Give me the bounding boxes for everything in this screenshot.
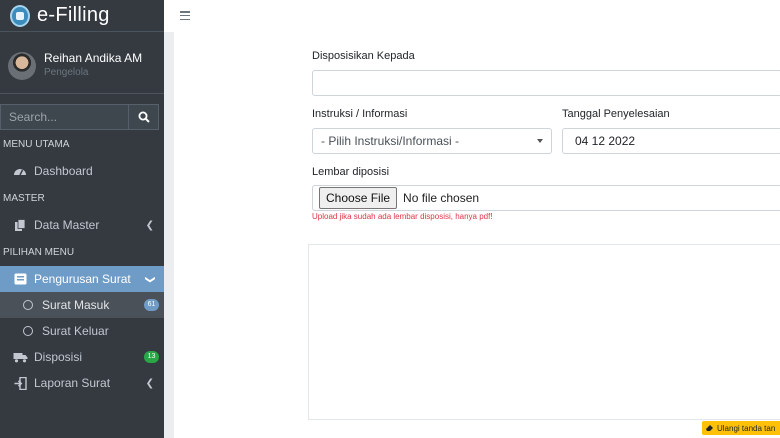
sidebar-item-label: Laporan Surat (34, 376, 111, 390)
search-button[interactable] (128, 104, 159, 130)
eraser-icon (706, 425, 713, 431)
brand-link[interactable]: e-Filling (0, 0, 164, 32)
sidebar-item-label: Pengurusan Surat (34, 272, 131, 286)
disposisikan-input[interactable] (312, 70, 780, 96)
lembar-file-input[interactable]: Choose File No file chosen (312, 185, 780, 211)
choose-file-button[interactable]: Choose File (319, 187, 398, 209)
tanggal-label: Tanggal Penyelesaian (562, 108, 670, 120)
brand-logo-icon (10, 4, 30, 27)
copy-icon (12, 218, 28, 232)
signature-pad[interactable] (308, 244, 780, 420)
nav-header-master: MASTER (3, 193, 45, 204)
inbox-icon (12, 272, 28, 286)
chevron-down-icon: ❮ (144, 274, 156, 284)
caret-down-icon (537, 139, 543, 143)
sidebar-item-label: Disposisi (34, 350, 83, 364)
sidebar-item-label: Surat Keluar (42, 324, 109, 338)
reset-signature-button[interactable]: Ulangi tanda tan (702, 421, 780, 435)
top-navbar (164, 0, 780, 32)
nav-header-menu-utama: MENU UTAMA (3, 139, 70, 150)
search-input[interactable] (0, 104, 128, 130)
count-badge: 61 (144, 299, 159, 311)
user-panel[interactable]: Reihan Andika AM Pengelola (0, 38, 164, 94)
sidebar-item-surat-keluar[interactable]: Surat Keluar (0, 318, 164, 344)
avatar (8, 51, 36, 80)
sidebar-item-label: Dashboard (34, 164, 93, 178)
sidebar-item-disposisi[interactable]: Disposisi 13 (0, 344, 164, 370)
dashboard-icon (12, 164, 28, 178)
count-badge: 13 (144, 351, 159, 363)
main-content: Disposisikan Kepada Instruksi / Informas… (174, 32, 780, 438)
instruksi-select[interactable]: - Pilih Instruksi/Informasi - (312, 128, 552, 154)
sidebar-item-dashboard[interactable]: Dashboard (0, 158, 164, 184)
instruksi-label: Instruksi / Informasi (312, 108, 408, 120)
lembar-label: Lembar diposisi (312, 166, 390, 178)
chevron-left-icon: ❮ (145, 377, 154, 389)
sidebar-item-laporan-surat[interactable]: Laporan Surat ❮ (0, 370, 164, 396)
sidebar-item-surat-masuk[interactable]: Surat Masuk 61 (0, 292, 164, 318)
file-status-text: No file chosen (403, 191, 480, 205)
circle-icon (20, 298, 36, 312)
search-icon (138, 111, 150, 123)
sign-in-icon (12, 376, 28, 390)
truck-icon (12, 350, 28, 364)
user-name: Reihan Andika AM (44, 51, 143, 65)
user-role: Pengelola (44, 67, 89, 78)
menu-toggle-icon[interactable] (180, 11, 190, 20)
brand-title: e-Filling (37, 4, 110, 26)
disposisikan-label: Disposisikan Kepada (312, 50, 415, 62)
chevron-left-icon: ❮ (145, 219, 154, 231)
sidebar-item-pengurusan-surat[interactable]: Pengurusan Surat ❮ (0, 266, 164, 292)
upload-help-text: Upload jika sudah ada lembar disposisi, … (312, 212, 493, 221)
sidebar-search (0, 104, 159, 130)
content-gutter (164, 32, 174, 438)
tanggal-date-input[interactable]: 04 12 2022 (562, 128, 780, 154)
sidebar-item-label: Surat Masuk (42, 298, 110, 312)
instruksi-select-value: - Pilih Instruksi/Informasi - (321, 134, 460, 148)
circle-icon (20, 324, 36, 338)
sidebar: e-Filling Reihan Andika AM Pengelola MEN… (0, 0, 164, 438)
reset-signature-label: Ulangi tanda tan (717, 423, 776, 433)
nav-header-pilihan-menu: PILIHAN MENU (3, 247, 75, 258)
sidebar-item-data-master[interactable]: Data Master ❮ (0, 212, 164, 238)
sidebar-item-label: Data Master (34, 218, 100, 232)
